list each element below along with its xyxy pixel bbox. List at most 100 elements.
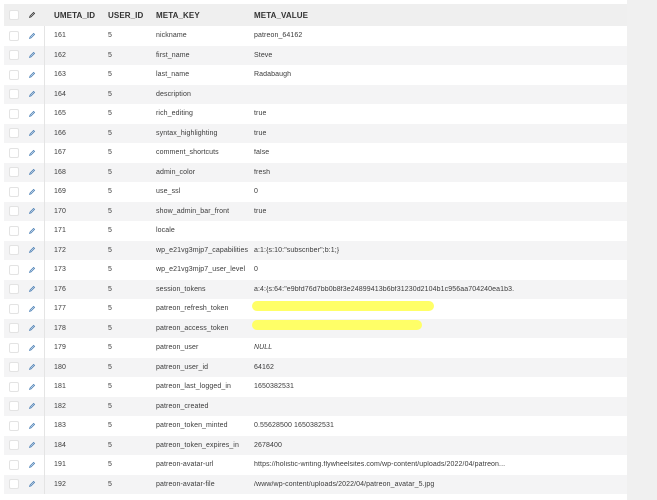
- row-checkbox[interactable]: [4, 323, 24, 334]
- table-row[interactable]: 164 5 description: [4, 84, 627, 104]
- cell-umeta-id[interactable]: 163: [54, 71, 66, 78]
- cell-user-id[interactable]: 5: [108, 91, 112, 98]
- cell-meta-key[interactable]: patreon-avatar-url: [156, 461, 213, 468]
- cell-meta-value[interactable]: NULL: [254, 344, 272, 351]
- table-row[interactable]: 167 5 comment_shortcuts false: [4, 143, 627, 163]
- table-row[interactable]: 171 5 locale: [4, 221, 627, 241]
- cell-meta-value[interactable]: false: [254, 149, 269, 156]
- cell-user-id[interactable]: 5: [108, 32, 112, 39]
- cell-umeta-id[interactable]: 182: [54, 403, 66, 410]
- pencil-icon[interactable]: [24, 402, 54, 410]
- cell-user-id[interactable]: 5: [108, 169, 112, 176]
- cell-meta-value[interactable]: true: [254, 110, 266, 117]
- pencil-icon[interactable]: [24, 32, 54, 40]
- row-checkbox[interactable]: [4, 206, 24, 217]
- cell-user-id[interactable]: 5: [108, 208, 112, 215]
- cell-meta-key[interactable]: nickname: [156, 32, 187, 39]
- row-checkbox[interactable]: [4, 342, 24, 353]
- cell-meta-value[interactable]: patreon_64162: [254, 32, 302, 39]
- cell-meta-key[interactable]: description: [156, 91, 191, 98]
- row-checkbox[interactable]: [4, 108, 24, 119]
- cell-meta-key[interactable]: show_admin_bar_front: [156, 208, 229, 215]
- row-checkbox[interactable]: [4, 186, 24, 197]
- col-header-umeta-id[interactable]: UMETA_ID: [54, 11, 95, 20]
- cell-meta-key[interactable]: first_name: [156, 52, 190, 59]
- pencil-icon[interactable]: [24, 441, 54, 449]
- cell-meta-value[interactable]: a:4:{s:64:"e9bfd76d7bb0b8f3e24899413b6bf…: [254, 286, 514, 293]
- cell-umeta-id[interactable]: 177: [54, 305, 66, 312]
- table-row[interactable]: 176 5 session_tokens a:4:{s:64:"e9bfd76d7bb…: [4, 279, 627, 299]
- cell-umeta-id[interactable]: 191: [54, 461, 66, 468]
- cell-meta-value[interactable]: 0.55628500 1650382531: [254, 422, 334, 429]
- table-row[interactable]: 179 5 patreon_user NULL: [4, 338, 627, 358]
- pencil-icon[interactable]: [24, 110, 54, 118]
- pencil-icon[interactable]: [24, 51, 54, 59]
- cell-meta-key[interactable]: comment_shortcuts: [156, 149, 219, 156]
- pencil-icon[interactable]: [24, 90, 54, 98]
- table-row[interactable]: 173 5 wp_e21vg3mjp7_user_level 0: [4, 260, 627, 280]
- pencil-icon[interactable]: [24, 266, 54, 274]
- cell-meta-key[interactable]: patreon-avatar-file: [156, 481, 215, 488]
- cell-user-id[interactable]: 5: [108, 71, 112, 78]
- select-all-checkbox[interactable]: [4, 10, 24, 20]
- cell-user-id[interactable]: 5: [108, 403, 112, 410]
- pencil-icon[interactable]: [24, 129, 54, 137]
- cell-meta-key[interactable]: wp_e21vg3mjp7_user_level: [156, 266, 245, 273]
- cell-meta-value[interactable]: true: [254, 130, 266, 137]
- table-row[interactable]: 161 5 nickname patreon_64162: [4, 26, 627, 46]
- cell-umeta-id[interactable]: 176: [54, 286, 66, 293]
- cell-meta-value[interactable]: 0: [254, 188, 258, 195]
- cell-meta-value[interactable]: 64162: [254, 364, 274, 371]
- table-row[interactable]: 182 5 patreon_created: [4, 396, 627, 416]
- cell-meta-key[interactable]: rich_editing: [156, 110, 193, 117]
- table-row[interactable]: 169 5 use_ssl 0: [4, 182, 627, 202]
- cell-umeta-id[interactable]: 167: [54, 149, 66, 156]
- cell-umeta-id[interactable]: 183: [54, 422, 66, 429]
- cell-user-id[interactable]: 5: [108, 52, 112, 59]
- cell-meta-key[interactable]: patreon_created: [156, 403, 208, 410]
- pencil-icon[interactable]: [24, 461, 54, 469]
- pencil-icon[interactable]: [24, 227, 54, 235]
- cell-meta-key[interactable]: patreon_user_id: [156, 364, 208, 371]
- col-header-meta-key[interactable]: META_KEY: [156, 11, 200, 20]
- cell-umeta-id[interactable]: 192: [54, 481, 66, 488]
- cell-user-id[interactable]: 5: [108, 481, 112, 488]
- pencil-icon[interactable]: [24, 188, 54, 196]
- row-checkbox[interactable]: [4, 89, 24, 100]
- cell-user-id[interactable]: 5: [108, 286, 112, 293]
- row-checkbox[interactable]: [4, 225, 24, 236]
- cell-umeta-id[interactable]: 169: [54, 188, 66, 195]
- cell-umeta-id[interactable]: 173: [54, 266, 66, 273]
- row-checkbox[interactable]: [4, 284, 24, 295]
- table-row[interactable]: 192 5 patreon-avatar-file/www/wp-content/u…: [4, 474, 627, 494]
- cell-user-id[interactable]: 5: [108, 110, 112, 117]
- table-row[interactable]: 180 5 patreon_user_id 64162: [4, 357, 627, 377]
- cell-meta-value[interactable]: a:1:{s:10:"subscriber";b:1;}: [254, 247, 339, 254]
- cell-meta-value[interactable]: 2678400: [254, 442, 282, 449]
- row-checkbox[interactable]: [4, 264, 24, 275]
- row-checkbox[interactable]: [4, 479, 24, 490]
- cell-umeta-id[interactable]: 161: [54, 32, 66, 39]
- cell-meta-key[interactable]: patreon_last_logged_in: [156, 383, 231, 390]
- pencil-icon[interactable]: [24, 149, 54, 157]
- cell-meta-key[interactable]: use_ssl: [156, 188, 180, 195]
- cell-meta-value[interactable]: Steve: [254, 52, 272, 59]
- cell-user-id[interactable]: 5: [108, 461, 112, 468]
- row-checkbox[interactable]: [4, 459, 24, 470]
- pencil-icon[interactable]: [24, 71, 54, 79]
- pencil-icon[interactable]: [24, 305, 54, 313]
- table-row[interactable]: 168 5 admin_color fresh: [4, 162, 627, 182]
- cell-meta-key[interactable]: patreon_user: [156, 344, 198, 351]
- row-checkbox[interactable]: [4, 381, 24, 392]
- row-checkbox[interactable]: [4, 69, 24, 80]
- pencil-icon[interactable]: [24, 422, 54, 430]
- cell-meta-key[interactable]: session_tokens: [156, 286, 206, 293]
- cell-user-id[interactable]: 5: [108, 149, 112, 156]
- cell-meta-key[interactable]: patreon_refresh_token: [156, 305, 229, 312]
- cell-user-id[interactable]: 5: [108, 130, 112, 137]
- cell-user-id[interactable]: 5: [108, 266, 112, 273]
- pencil-icon[interactable]: [24, 207, 54, 215]
- cell-umeta-id[interactable]: 180: [54, 364, 66, 371]
- cell-meta-value[interactable]: 1650382531: [254, 383, 294, 390]
- table-row[interactable]: 183 5 patreon_token_minted 0.55628500 16503…: [4, 416, 627, 436]
